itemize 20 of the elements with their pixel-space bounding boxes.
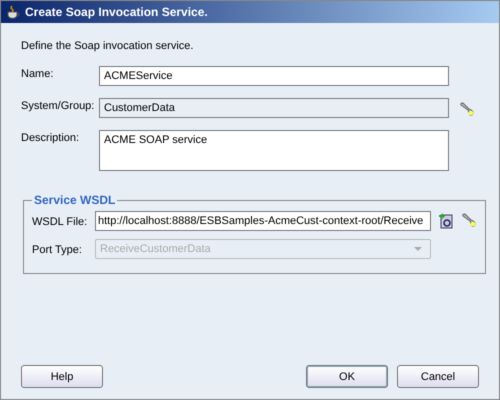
field-label: Description: (21, 131, 80, 144)
dialog-button[interactable]: Cancel (397, 365, 479, 388)
field-label: Port Type: (32, 243, 83, 256)
window-title: Create Soap Invocation Service. (25, 5, 208, 19)
caret-icon (414, 247, 422, 251)
system-group-field: CustomerData (99, 98, 449, 118)
flashlight-icon[interactable] (459, 102, 475, 118)
instruction-text: Define the Soap invocation service. (21, 40, 194, 52)
field-label: System/Group: (21, 99, 96, 112)
field-label: WSDL File: (32, 215, 88, 228)
description-field[interactable]: ACME SOAP service (99, 130, 449, 171)
wsdl-file-field[interactable]: http://localhost:8888/ESBSamples-AcmeCust-context-root/Receive (95, 211, 431, 231)
group-title: Service WSDL (33, 193, 116, 207)
flashlight-icon[interactable] (461, 213, 477, 229)
name-field[interactable]: ACMEService (99, 66, 449, 86)
coffee-cup-icon (5, 4, 21, 20)
document-icon[interactable] (438, 213, 454, 229)
dialog-button[interactable]: Help (21, 365, 103, 388)
dialog-button[interactable]: OK (306, 365, 388, 388)
field-label: Name: (21, 67, 54, 80)
